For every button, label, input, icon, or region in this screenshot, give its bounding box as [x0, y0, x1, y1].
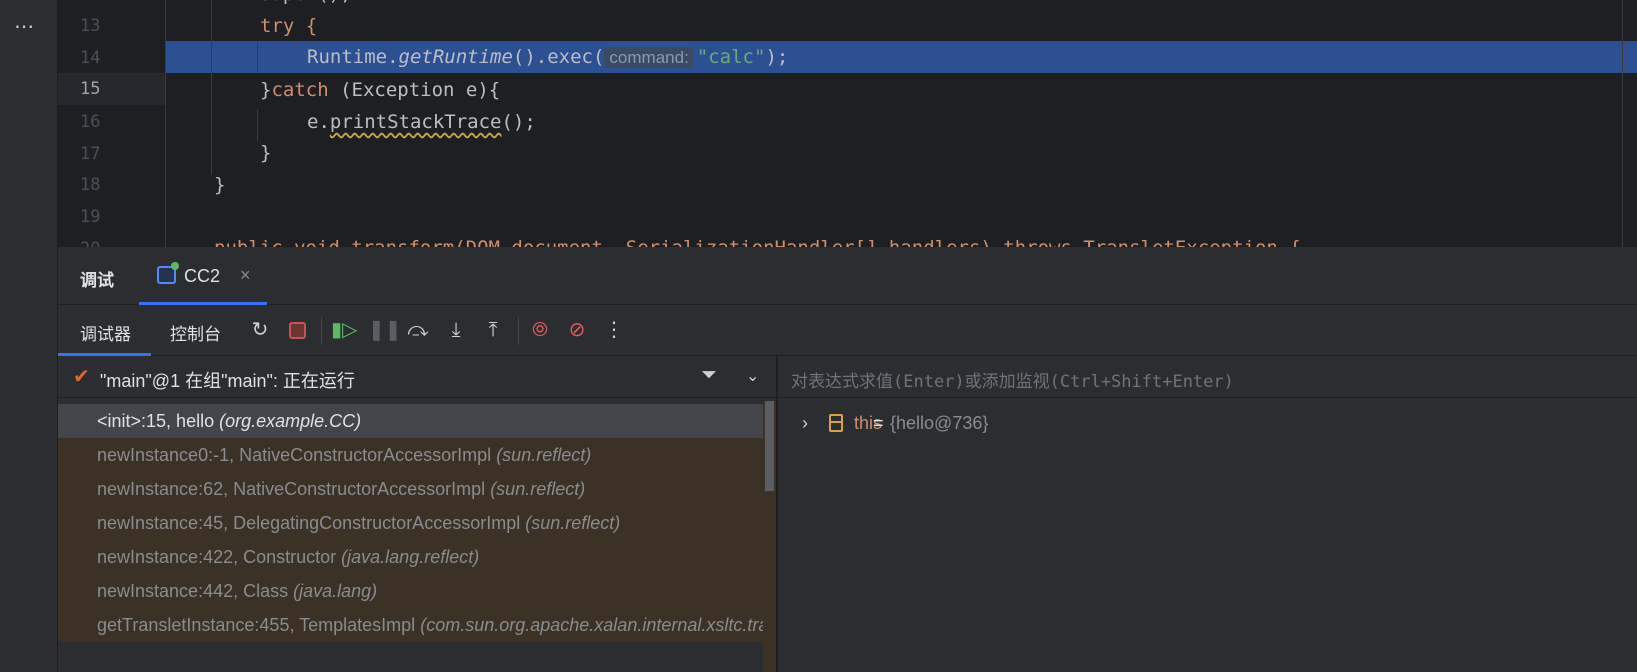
more-icon[interactable]: ⋯	[14, 14, 35, 39]
stack-frame[interactable]: newInstance:45, DelegatingConstructorAcc…	[58, 506, 763, 540]
tab-cc2[interactable]: CC2 ×	[139, 247, 267, 305]
resume-icon[interactable]: ▮▷	[331, 317, 357, 343]
field-icon	[829, 414, 843, 432]
tab-console[interactable]: 控制台	[170, 320, 221, 345]
stack-frame[interactable]: newInstance:62, NativeConstructorAccesso…	[58, 472, 763, 506]
thread-selector[interactable]: ✔ "main"@1 在组"main": 正在运行 ⏷ ⌄	[58, 356, 776, 398]
stack-frame[interactable]: newInstance:422, Constructor (java.lang.…	[58, 540, 763, 574]
evaluate-expression-input[interactable]: 对表达式求值(Enter)或添加监视(Ctrl+Shift+Enter)	[778, 356, 1637, 398]
code-line: 13 super();	[80, 0, 352, 36]
check-icon: ✔	[73, 366, 90, 388]
variables-panel: 对表达式求值(Enter)或添加监视(Ctrl+Shift+Enter) › t…	[777, 356, 1637, 672]
left-tool-strip: ⋯	[0, 0, 58, 672]
frames-panel: ✔ "main"@1 在组"main": 正在运行 ⏷ ⌄ <init>:15,…	[58, 356, 776, 672]
stop-icon[interactable]	[284, 317, 310, 343]
rerun-icon[interactable]: ↻	[247, 317, 273, 343]
parameter-hint: command:	[604, 47, 694, 68]
chevron-right-icon[interactable]: ›	[802, 408, 808, 438]
debug-tool-window-header: 调试 CC2 ×	[58, 247, 1637, 305]
more-icon[interactable]: ⋮	[601, 317, 627, 343]
debug-title: 调试	[80, 271, 114, 290]
filter-icon[interactable]: ⏷	[701, 364, 717, 387]
close-icon[interactable]: ×	[240, 265, 251, 286]
frames-scrollbar[interactable]	[763, 401, 776, 672]
tab-debugger[interactable]: 调试器	[80, 320, 131, 345]
code-line: 21 public void transform(DOM document, S…	[58, 232, 1637, 247]
code-line: 19 }	[80, 174, 226, 227]
step-over-icon[interactable]: ⤼	[405, 317, 431, 343]
current-execution-line: 15 Runtime.getRuntime().exec(command: "ca…	[58, 41, 1637, 105]
code-line: 14 try {	[80, 15, 318, 68]
debug-toolbar: 调试器 控制台 ↻ ▮▷ ❚❚ ⤼ ⤓ ⤒ ⦾ ⊘ ⋮	[58, 305, 1637, 356]
code-editor[interactable]: 13 super(); 14 try { 15 Runtime.getRunti…	[58, 0, 1637, 247]
view-breakpoints-icon[interactable]: ⦾	[527, 317, 553, 343]
pause-icon[interactable]: ❚❚	[368, 317, 402, 343]
step-out-icon[interactable]: ⤒	[480, 317, 506, 343]
code-line: 17 e.printStackTrace();	[80, 111, 536, 164]
stack-frame[interactable]: getTransletInstance:455, TemplatesImpl (…	[58, 608, 763, 642]
code-line: 16 }catch (Exception e){	[80, 79, 501, 132]
chevron-down-icon[interactable]: ⌄	[746, 366, 759, 386]
running-indicator-icon	[171, 262, 179, 270]
code-line: 18 }	[80, 142, 272, 195]
step-into-icon[interactable]: ⤓	[443, 317, 469, 343]
stack-frame[interactable]: newInstance:442, Class (java.lang)	[58, 574, 763, 608]
stack-frame[interactable]: <init>:15, hello (org.example.CC)	[58, 404, 763, 438]
code-line: 20	[58, 201, 1637, 247]
mute-breakpoints-icon[interactable]: ⊘	[564, 317, 590, 343]
editor-scrollbar[interactable]	[1622, 0, 1623, 247]
stack-frame[interactable]: newInstance0:-1, NativeConstructorAccess…	[58, 438, 763, 472]
